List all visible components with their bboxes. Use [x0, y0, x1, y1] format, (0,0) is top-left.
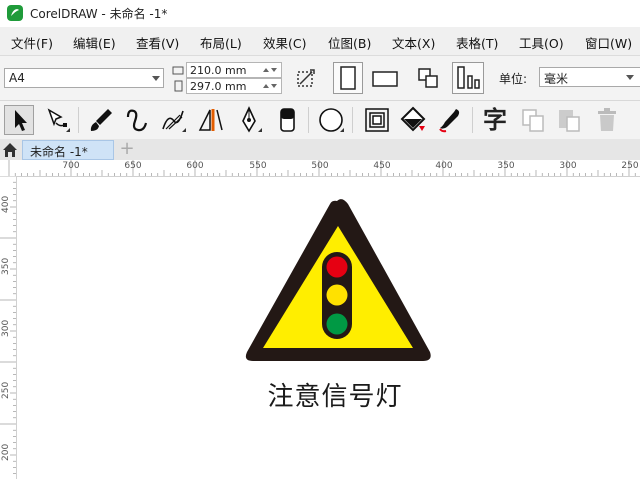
ruler-label: 600	[186, 161, 204, 171]
menu-text[interactable]: 文本(X)	[392, 33, 435, 52]
toolbox: 字	[0, 101, 640, 140]
artistic-media-icon[interactable]	[86, 105, 116, 135]
menu-layout[interactable]: 布局(L)	[200, 33, 242, 52]
page-size-value: A4	[9, 71, 25, 85]
pick-tool-icon[interactable]	[4, 105, 34, 135]
page-width-value: 210.0 mm	[190, 64, 247, 77]
eyedropper-icon[interactable]	[434, 105, 464, 135]
ruler-label: 700	[62, 161, 80, 171]
landscape-button[interactable]	[369, 62, 401, 94]
property-bar: A4 210.0 mm 297.0 mm 单位: 毫米	[0, 56, 640, 101]
tab-document-label: 未命名 -1*	[30, 145, 88, 159]
ruler-label: 550	[249, 161, 267, 171]
page-width-input[interactable]: 210.0 mm	[186, 62, 282, 78]
dimension-icon[interactable]	[196, 105, 226, 135]
menu-bar: 文件(F) 编辑(E) 查看(V) 布局(L) 效果(C) 位图(B) 文本(X…	[0, 27, 640, 56]
ruler-label: 400	[1, 195, 11, 213]
delete-icon[interactable]	[592, 105, 622, 135]
units-value: 毫米	[544, 72, 569, 86]
menu-bitmap[interactable]: 位图(B)	[328, 33, 371, 52]
fill-icon[interactable]	[398, 105, 428, 135]
page-height-input[interactable]: 297.0 mm	[186, 78, 282, 94]
tab-document[interactable]: 未命名 -1*	[22, 140, 114, 160]
title-bar: CorelDRAW - 未命名 -1*	[0, 0, 640, 27]
page-width-icon	[172, 64, 184, 76]
ruler-label: 250	[1, 381, 11, 399]
home-icon[interactable]	[2, 142, 18, 158]
spin-arrows-icon[interactable]	[261, 82, 277, 91]
menu-tools[interactable]: 工具(O)	[519, 33, 564, 52]
page-height-icon	[172, 80, 184, 92]
text-tool-icon[interactable]: 字	[480, 105, 510, 135]
spin-arrows-icon[interactable]	[261, 66, 277, 75]
ruler-label: 350	[497, 161, 515, 171]
copy-icon[interactable]	[518, 105, 548, 135]
coreldraw-logo-icon	[7, 5, 23, 21]
units-select[interactable]: 毫米	[539, 67, 640, 87]
page-size-select[interactable]: A4	[4, 68, 164, 88]
menu-window[interactable]: 窗口(W)	[585, 33, 632, 52]
ruler-label: 300	[559, 161, 577, 171]
toolbar-separator	[472, 107, 473, 133]
current-page-icon[interactable]	[452, 62, 484, 94]
add-tab-button[interactable]: +	[117, 140, 137, 160]
red-light	[326, 256, 348, 278]
toolbar-separator	[78, 107, 79, 133]
ruler-label: 450	[373, 161, 391, 171]
menu-effects[interactable]: 效果(C)	[263, 33, 306, 52]
ruler-label: 650	[124, 161, 142, 171]
page-height-value: 297.0 mm	[190, 80, 247, 93]
shape-tool-icon[interactable]	[42, 105, 72, 135]
vertical-ruler[interactable]: 400 350 300 250 200	[0, 176, 17, 479]
ruler-label: 200	[1, 443, 11, 461]
portrait-button[interactable]	[333, 62, 363, 94]
pen-icon[interactable]	[234, 105, 264, 135]
horizontal-ruler[interactable]: 700 650 600 550 500 450 400 350 300 250	[0, 160, 640, 177]
toolbar-separator	[352, 107, 353, 133]
menu-file[interactable]: 文件(F)	[11, 33, 53, 52]
all-pages-icon[interactable]	[414, 62, 444, 94]
chevron-down-icon	[626, 75, 634, 80]
units-label: 单位:	[499, 72, 528, 86]
yellow-light	[326, 284, 348, 306]
ruler-label: 250	[621, 161, 639, 171]
ruler-label: 500	[311, 161, 329, 171]
green-light	[326, 313, 348, 335]
paste-icon[interactable]	[554, 105, 584, 135]
sign-caption[interactable]: 注意信号灯	[200, 376, 470, 413]
transform-objects-icon[interactable]	[292, 64, 320, 92]
window-title: CorelDRAW - 未命名 -1*	[30, 7, 168, 21]
ruler-label: 350	[1, 257, 11, 275]
traffic-light-warning-sign[interactable]	[240, 196, 436, 366]
menu-view[interactable]: 查看(V)	[136, 33, 179, 52]
ellipse-icon[interactable]	[316, 105, 346, 135]
ruler-label: 300	[1, 319, 11, 337]
freehand-icon[interactable]	[122, 105, 152, 135]
smart-drawing-icon[interactable]	[158, 105, 188, 135]
chevron-down-icon	[152, 76, 160, 81]
ruler-label: 400	[435, 161, 453, 171]
menu-edit[interactable]: 编辑(E)	[73, 33, 116, 52]
toolbar-separator	[308, 107, 309, 133]
menu-table[interactable]: 表格(T)	[456, 33, 498, 52]
contour-icon[interactable]	[362, 105, 392, 135]
eraser-icon[interactable]	[272, 105, 302, 135]
